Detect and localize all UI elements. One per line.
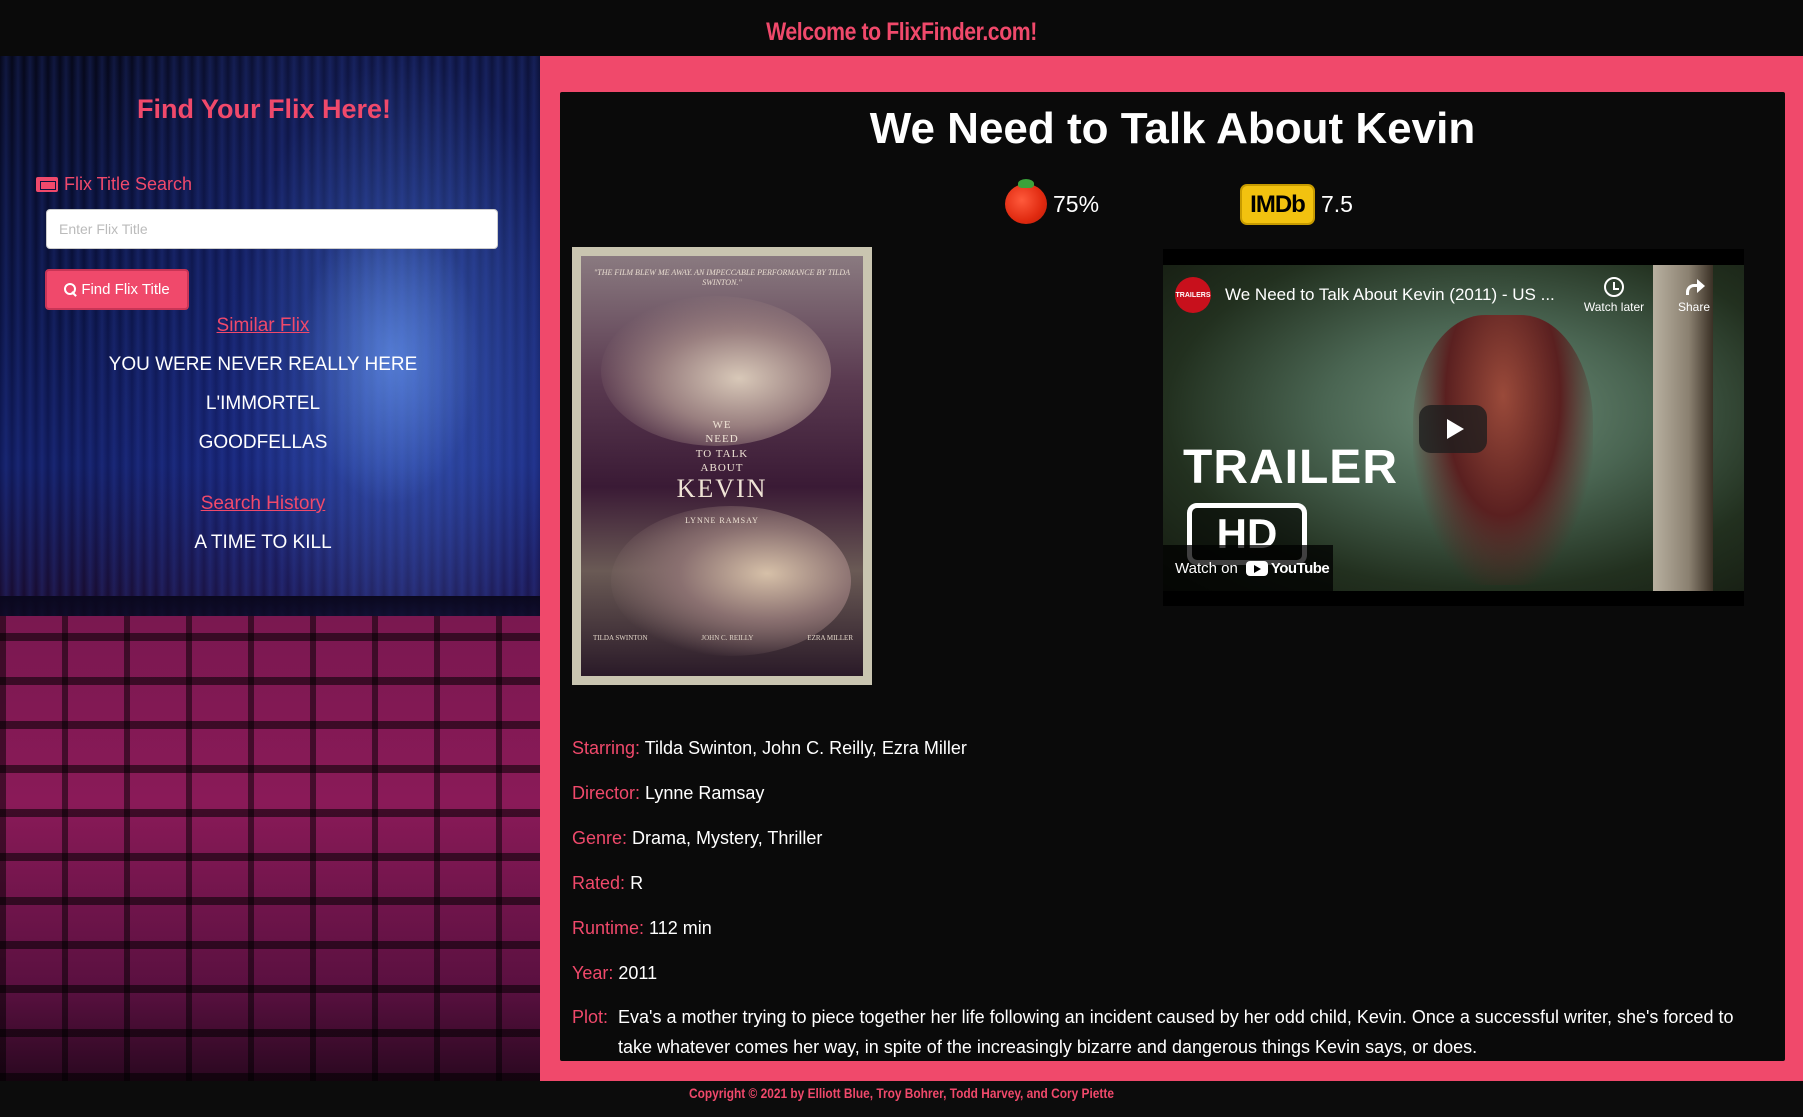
similar-flix-link[interactable]: Similar Flix [0,315,526,337]
year-label: Year: [572,963,614,983]
video-frame[interactable]: TRAILERS We Need to Talk About Kevin (20… [1163,265,1744,591]
genre-row: Genre: Drama, Mystery, Thriller [572,828,822,849]
sidebar-heading: Find Your Flix Here! [136,94,392,124]
tomato-icon [1005,179,1047,224]
starring-row: Starring: Tilda Swinton, John C. Reilly,… [572,738,967,759]
main-panel: We Need to Talk About Kevin 75% IMDb 7.5… [540,56,1803,1081]
poster-credit: TILDA SWINTON [593,634,648,642]
plot-row: Plot: Eva's a mother trying to piece tog… [572,1002,1772,1062]
plot-text: Eva's a mother trying to piece together … [618,1007,1734,1057]
similar-flix-item[interactable]: L'IMMORTEL [0,393,526,415]
director-label: Director: [572,783,641,803]
background-theater-seats [0,616,540,1081]
poster-title-line: TO TALK [695,447,749,460]
rated-row: Rated: R [572,873,643,894]
year-row: Year: 2011 [572,963,657,984]
youtube-logo: YouTube [1245,559,1330,577]
search-history-link[interactable]: Search History [0,493,526,515]
play-icon [1446,419,1464,439]
rotten-tomatoes-score: 75% [1053,190,1100,217]
sidebar: Find Your Flix Here! Flix Title Search F… [0,56,540,1081]
find-flix-button[interactable]: Find Flix Title [45,269,189,310]
youtube-icon [1245,560,1268,576]
poster-title-line: NEED [705,433,739,446]
video-title[interactable]: We Need to Talk About Kevin (2011) - US … [1225,285,1555,305]
director-value: Lynne Ramsay [645,783,765,803]
runtime-row: Runtime: 112 min [572,918,712,939]
director-row: Director: Lynne Ramsay [572,783,764,804]
poster-big-title: KEVIN [676,474,768,503]
poster-small-title: WE NEED TO TALK ABOUT [581,418,863,475]
movie-poster: "THE FILM BLEW ME AWAY. AN IMPECCABLE PE… [572,247,872,685]
poster-credit: JOHN C. REILLY [701,634,754,642]
rated-value: R [630,873,644,893]
poster-image: "THE FILM BLEW ME AWAY. AN IMPECCABLE PE… [581,256,863,676]
share-button[interactable]: Share [1654,277,1734,314]
genre-value: Drama, Mystery, Thriller [632,828,823,848]
poster-quote: "THE FILM BLEW ME AWAY. AN IMPECCABLE PE… [593,268,851,287]
year-value: 2011 [618,963,658,983]
imdb-score: 7.5 [1321,191,1353,217]
similar-flix-item[interactable]: YOU WERE NEVER REALLY HERE [0,354,526,376]
play-button[interactable] [1419,405,1487,453]
movie-card: We Need to Talk About Kevin 75% IMDb 7.5… [560,92,1785,1061]
imdb-icon: IMDb [1240,184,1315,225]
watch-later-label: Watch later [1583,300,1645,314]
watch-on-youtube-button[interactable]: Watch on YouTube [1163,545,1333,591]
imdb-rating: IMDb 7.5 [1240,184,1353,225]
poster-credit: EZRA MILLER [807,634,853,642]
search-history-item[interactable]: A TIME TO KILL [0,532,526,554]
poster-director: LYNNE RAMSAY [685,516,759,525]
similar-flix-item[interactable]: GOODFELLAS [0,432,526,454]
runtime-value: 112 min [649,918,712,938]
share-icon [1684,277,1705,297]
starring-label: Starring: [572,738,641,758]
watch-on-label: Watch on [1175,559,1238,577]
rotten-tomatoes-rating: 75% [1005,179,1100,224]
poster-credits: TILDA SWINTON JOHN C. REILLY EZRA MILLER [593,634,853,642]
copyright-text: Copyright © 2021 by Elliott Blue, Troy B… [689,1085,1114,1101]
movie-title: We Need to Talk About Kevin [869,104,1476,153]
search-icon [64,283,77,296]
trailer-overlay-text: TRAILER [1183,441,1398,494]
starring-value: Tilda Swinton, John C. Reilly, Ezra Mill… [644,738,967,758]
search-label: Flix Title Search [36,174,192,195]
rated-label: Rated: [572,873,626,893]
plot-label: Plot: [572,1007,609,1027]
search-input[interactable] [46,209,498,249]
site-title: Welcome to FlixFinder.com! [766,18,1037,46]
find-flix-button-label: Find Flix Title [81,281,170,298]
trailer-video-player[interactable]: TRAILERS We Need to Talk About Kevin (20… [1163,249,1744,606]
poster-title-line: WE [712,419,732,431]
runtime-label: Runtime: [572,918,645,938]
clock-icon [1604,277,1624,297]
watch-later-button[interactable]: Watch later [1574,277,1654,314]
genre-label: Genre: [572,828,628,848]
ticket-icon [36,177,58,192]
youtube-label: YouTube [1270,559,1330,577]
channel-avatar[interactable]: TRAILERS [1175,277,1211,313]
search-label-text: Flix Title Search [64,174,193,194]
share-label: Share [1677,300,1711,314]
